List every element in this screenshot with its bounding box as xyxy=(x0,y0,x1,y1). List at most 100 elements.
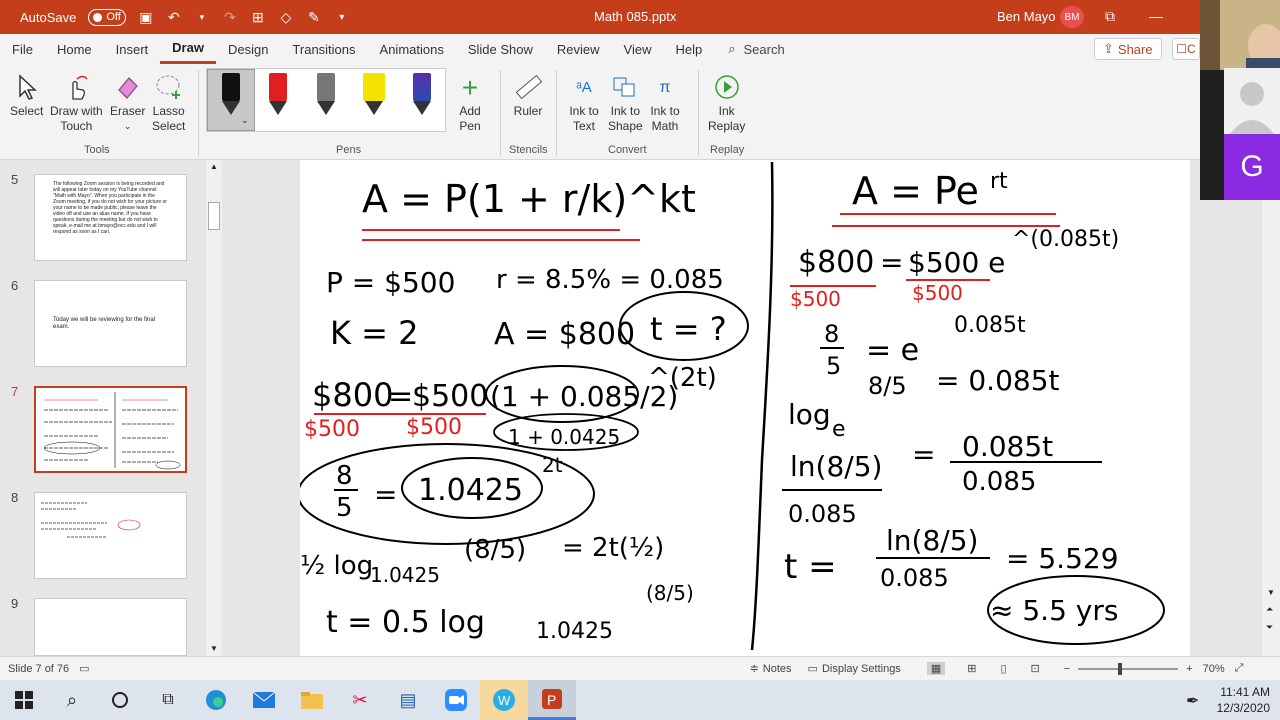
save-icon[interactable]: ▣ xyxy=(138,9,154,25)
comments-button[interactable]: ☐ C xyxy=(1172,38,1200,60)
scrollbar-thumb[interactable] xyxy=(208,202,220,230)
slideshow-icon[interactable]: ⊡ xyxy=(1031,662,1040,675)
search-box[interactable]: ⌕ Search xyxy=(728,41,784,57)
prev-slide-icon[interactable]: ⏶ xyxy=(1266,604,1273,615)
pen-dropdown-icon[interactable]: ⌄ xyxy=(241,115,249,126)
eraser-button[interactable]: Eraser ⌄ xyxy=(110,70,145,134)
tab-draw[interactable]: Draw xyxy=(160,34,216,64)
accessibility-icon[interactable]: ▭ xyxy=(79,662,89,675)
ink-drawing: A = P(1 + r/k)^kt P = $500 r = 8.5% = 0.… xyxy=(297,161,1165,651)
pen-tip xyxy=(222,101,240,115)
svg-text:W: W xyxy=(498,693,511,708)
slide-counter: Slide 7 of 76 xyxy=(8,662,70,675)
tab-insert[interactable]: Insert xyxy=(104,34,161,64)
ink-to-shape-button[interactable]: Ink to Shape xyxy=(608,70,643,134)
display-settings-button[interactable]: Display Settings xyxy=(822,663,901,675)
display-settings-icon[interactable]: ▭ xyxy=(808,662,818,675)
step2-exponent: 2t xyxy=(542,453,563,477)
zoom-app-icon[interactable] xyxy=(432,680,480,720)
step1-rhs: $500 xyxy=(412,379,488,414)
eraser-qa-icon[interactable]: ◇ xyxy=(278,9,294,25)
scroll-down-icon[interactable]: ▼ xyxy=(1267,588,1275,597)
pen-workspace-icon[interactable]: ✒ xyxy=(1186,691,1199,711)
snip-sketch-icon[interactable]: ✂ xyxy=(336,680,384,720)
ink-replay-button[interactable]: Ink Replay xyxy=(708,70,745,134)
pen-gray[interactable] xyxy=(313,73,339,121)
tab-slide-show[interactable]: Slide Show xyxy=(456,34,545,64)
step1-simplified: 1 + 0.0425 xyxy=(508,425,620,449)
zoom-slider-handle[interactable] xyxy=(1118,662,1123,675)
file-explorer-icon[interactable] xyxy=(288,680,336,720)
pen-black[interactable] xyxy=(218,73,244,121)
user-name[interactable]: Ben Mayo xyxy=(997,9,1056,24)
slide-thumbnail[interactable] xyxy=(34,492,187,579)
ink-to-math-button[interactable]: π Ink to Math xyxy=(649,70,681,134)
notes-icon[interactable]: ≑ xyxy=(750,662,759,675)
tab-file[interactable]: File xyxy=(0,34,45,64)
pen-qa-icon[interactable]: ✎ xyxy=(306,9,322,25)
system-clock[interactable]: 11:41 AM 12/3/2020 xyxy=(1217,684,1270,716)
tab-help[interactable]: Help xyxy=(663,34,714,64)
next-slide-icon[interactable]: ⏷ xyxy=(1266,622,1273,633)
pen-galaxy[interactable] xyxy=(409,73,435,121)
user-avatar[interactable]: BM xyxy=(1060,6,1084,28)
fit-slide-icon[interactable]: ⤢ xyxy=(1235,662,1244,675)
undo-dropdown-icon[interactable]: ▾ xyxy=(194,9,210,25)
powerpoint-icon[interactable]: P xyxy=(528,680,576,720)
customize-qa-icon[interactable]: ▾ xyxy=(334,9,350,25)
slide-sorter-icon[interactable]: ⊞ xyxy=(967,662,976,675)
tab-home[interactable]: Home xyxy=(45,34,104,64)
step1-exponent: ^(2t) xyxy=(648,363,717,393)
share-button[interactable]: ⇪ Share xyxy=(1094,38,1162,60)
present-icon[interactable]: ⊞ xyxy=(250,9,266,25)
slide-canvas[interactable]: A = P(1 + r/k)^kt P = $500 r = 8.5% = 0.… xyxy=(297,160,1190,656)
lasso-select-button[interactable]: Lasso Select xyxy=(152,70,185,134)
minimize-icon[interactable]: — xyxy=(1149,8,1163,25)
tab-design[interactable]: Design xyxy=(216,34,280,64)
task-view-icon[interactable]: ⧉ xyxy=(144,680,192,720)
pen-body xyxy=(317,73,335,101)
windows-start-icon[interactable] xyxy=(0,680,48,720)
ruler-button[interactable]: Ruler xyxy=(512,70,544,119)
select-button[interactable]: Select xyxy=(10,70,43,119)
scroll-down-icon[interactable]: ▼ xyxy=(210,644,218,653)
add-pen-button[interactable]: + Add Pen xyxy=(454,70,486,134)
r5-den: 0.085 xyxy=(880,564,949,592)
draw-with-touch-button[interactable]: Draw with Touch xyxy=(50,70,103,134)
group-divider xyxy=(198,70,199,156)
tab-review[interactable]: Review xyxy=(545,34,612,64)
tab-transitions[interactable]: Transitions xyxy=(280,34,367,64)
thumbnail-scrollbar[interactable]: ▲ ▼ xyxy=(206,160,222,656)
redo-icon[interactable]: ↷ xyxy=(222,9,238,25)
autosave-toggle[interactable]: Off xyxy=(88,8,126,26)
cursor-icon xyxy=(11,70,43,104)
tab-animations[interactable]: Animations xyxy=(368,34,456,64)
word-wps-icon[interactable]: W xyxy=(480,680,528,720)
slide-thumbnail[interactable]: The following Zoom session is being reco… xyxy=(34,174,187,261)
whiteboard-icon[interactable]: ▤ xyxy=(384,680,432,720)
notes-button[interactable]: Notes xyxy=(763,663,792,675)
highlighter-yellow[interactable] xyxy=(361,73,387,121)
slide-scrollbar[interactable]: ▼ ⏶ ⏷ xyxy=(1262,160,1280,656)
r5-value: = 5.529 xyxy=(1006,542,1119,575)
eraser-icon xyxy=(112,70,144,104)
ribbon-display-icon[interactable]: ⧉ xyxy=(1105,8,1115,25)
zoom-out-icon[interactable]: − xyxy=(1064,663,1070,675)
undo-icon[interactable]: ↶ xyxy=(166,9,182,25)
cortana-icon[interactable] xyxy=(96,680,144,720)
mail-icon[interactable] xyxy=(240,680,288,720)
slide-thumbnail[interactable] xyxy=(34,598,187,656)
zoom-level[interactable]: 70% xyxy=(1203,663,1225,675)
edge-icon[interactable] xyxy=(192,680,240,720)
zoom-in-icon[interactable]: + xyxy=(1186,663,1192,675)
slide-thumbnail-active[interactable] xyxy=(34,386,187,473)
tab-view[interactable]: View xyxy=(612,34,664,64)
zoom-slider[interactable] xyxy=(1078,662,1179,675)
search-taskbar-icon[interactable]: ⌕ xyxy=(48,680,96,720)
slide-thumbnail[interactable]: Today we will be reviewing for the final… xyxy=(34,280,187,367)
normal-view-icon[interactable]: ▦ xyxy=(926,662,946,675)
pen-red[interactable] xyxy=(265,73,291,121)
reading-view-icon[interactable]: ▯ xyxy=(1000,662,1006,675)
ink-to-text-button[interactable]: ᵃA Ink to Text xyxy=(568,70,600,134)
scroll-up-icon[interactable]: ▲ xyxy=(210,162,218,171)
